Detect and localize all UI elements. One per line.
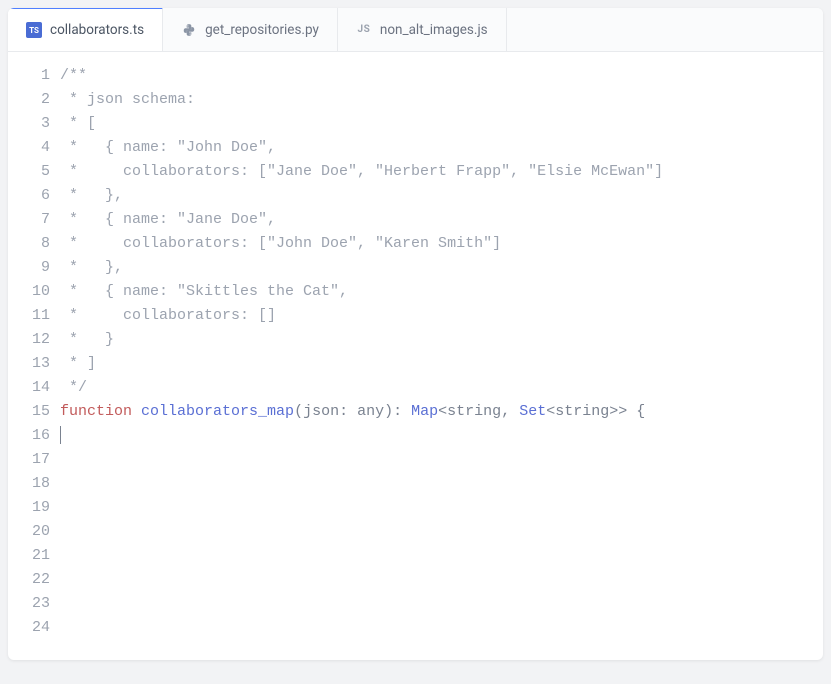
- line-number: 5: [8, 160, 50, 184]
- javascript-icon: JS: [356, 22, 372, 38]
- line-number: 8: [8, 232, 50, 256]
- code-token: string: [555, 403, 609, 420]
- code-line[interactable]: * { name: "John Doe",: [60, 136, 823, 160]
- code-token: <: [438, 403, 447, 420]
- line-number: 4: [8, 136, 50, 160]
- code-token: any: [357, 403, 384, 420]
- line-number: 17: [8, 448, 50, 472]
- code-line[interactable]: [60, 592, 823, 616]
- line-number-gutter: 123456789101112131415161718192021222324: [8, 64, 60, 640]
- line-number: 20: [8, 520, 50, 544]
- code-token: * [: [60, 115, 96, 132]
- code-token: * collaborators: ["John Doe", "Karen Smi…: [60, 235, 501, 252]
- line-number: 15: [8, 400, 50, 424]
- code-token: * { name: "John Doe",: [60, 139, 276, 156]
- code-line[interactable]: function collaborators_map(json: any): M…: [60, 400, 823, 424]
- tab-label: get_repositories.py: [205, 22, 319, 38]
- code-line[interactable]: [60, 568, 823, 592]
- code-content[interactable]: /** * json schema: * [ * { name: "John D…: [60, 64, 823, 640]
- code-token: ):: [384, 403, 411, 420]
- line-number: 12: [8, 328, 50, 352]
- line-number: 19: [8, 496, 50, 520]
- code-token: /**: [60, 67, 87, 84]
- code-line[interactable]: * },: [60, 184, 823, 208]
- file-tab[interactable]: TS collaborators.ts: [8, 8, 163, 51]
- line-number: 14: [8, 376, 50, 400]
- code-token: * collaborators: ["Jane Doe", "Herbert F…: [60, 163, 663, 180]
- code-token: [132, 403, 141, 420]
- code-line[interactable]: [60, 520, 823, 544]
- code-token: * },: [60, 259, 123, 276]
- line-number: 23: [8, 592, 50, 616]
- code-line[interactable]: [60, 448, 823, 472]
- line-number: 2: [8, 88, 50, 112]
- file-tab[interactable]: get_repositories.py: [163, 8, 338, 51]
- code-token: string: [447, 403, 501, 420]
- line-number: 1: [8, 64, 50, 88]
- code-line[interactable]: [60, 496, 823, 520]
- code-token: function: [60, 403, 132, 420]
- tab-bar: TS collaborators.ts get_repositories.py JS n…: [8, 8, 823, 52]
- code-line[interactable]: * collaborators: ["John Doe", "Karen Smi…: [60, 232, 823, 256]
- code-line[interactable]: * { name: "Jane Doe",: [60, 208, 823, 232]
- line-number: 9: [8, 256, 50, 280]
- code-line[interactable]: * collaborators: []: [60, 304, 823, 328]
- text-cursor: [60, 426, 61, 444]
- line-number: 16: [8, 424, 50, 448]
- code-token: * },: [60, 187, 123, 204]
- tab-label: non_alt_images.js: [380, 22, 488, 38]
- code-line[interactable]: * json schema:: [60, 88, 823, 112]
- file-tab[interactable]: JS non_alt_images.js: [338, 8, 507, 51]
- code-token: Map: [411, 403, 438, 420]
- code-token: >> {: [609, 403, 645, 420]
- code-token: * json schema:: [60, 91, 195, 108]
- code-line[interactable]: * ]: [60, 352, 823, 376]
- code-line[interactable]: */: [60, 376, 823, 400]
- code-token: <: [546, 403, 555, 420]
- code-line[interactable]: [60, 472, 823, 496]
- code-line[interactable]: [60, 424, 823, 448]
- code-line[interactable]: /**: [60, 64, 823, 88]
- code-line[interactable]: * [: [60, 112, 823, 136]
- code-token: * { name: "Jane Doe",: [60, 211, 276, 228]
- code-line[interactable]: * { name: "Skittles the Cat",: [60, 280, 823, 304]
- code-token: collaborators_map: [141, 403, 294, 420]
- line-number: 11: [8, 304, 50, 328]
- line-number: 21: [8, 544, 50, 568]
- tab-label: collaborators.ts: [50, 22, 144, 38]
- code-token: json: [303, 403, 339, 420]
- code-token: * }: [60, 331, 114, 348]
- code-token: ,: [501, 403, 519, 420]
- line-number: 3: [8, 112, 50, 136]
- line-number: 6: [8, 184, 50, 208]
- editor-panel: TS collaborators.ts get_repositories.py JS n…: [8, 8, 823, 660]
- line-number: 22: [8, 568, 50, 592]
- code-line[interactable]: * }: [60, 328, 823, 352]
- line-number: 7: [8, 208, 50, 232]
- code-line[interactable]: * },: [60, 256, 823, 280]
- line-number: 18: [8, 472, 50, 496]
- code-line[interactable]: [60, 616, 823, 640]
- line-number: 13: [8, 352, 50, 376]
- line-number: 24: [8, 616, 50, 640]
- code-token: (: [294, 403, 303, 420]
- typescript-icon: TS: [26, 22, 42, 38]
- code-token: * { name: "Skittles the Cat",: [60, 283, 348, 300]
- line-number: 10: [8, 280, 50, 304]
- code-token: * collaborators: []: [60, 307, 276, 324]
- code-token: :: [339, 403, 357, 420]
- code-editor[interactable]: 123456789101112131415161718192021222324 …: [8, 52, 823, 652]
- code-token: */: [60, 379, 87, 396]
- python-icon: [181, 22, 197, 38]
- code-token: * ]: [60, 355, 96, 372]
- code-line[interactable]: [60, 544, 823, 568]
- code-token: Set: [519, 403, 546, 420]
- code-line[interactable]: * collaborators: ["Jane Doe", "Herbert F…: [60, 160, 823, 184]
